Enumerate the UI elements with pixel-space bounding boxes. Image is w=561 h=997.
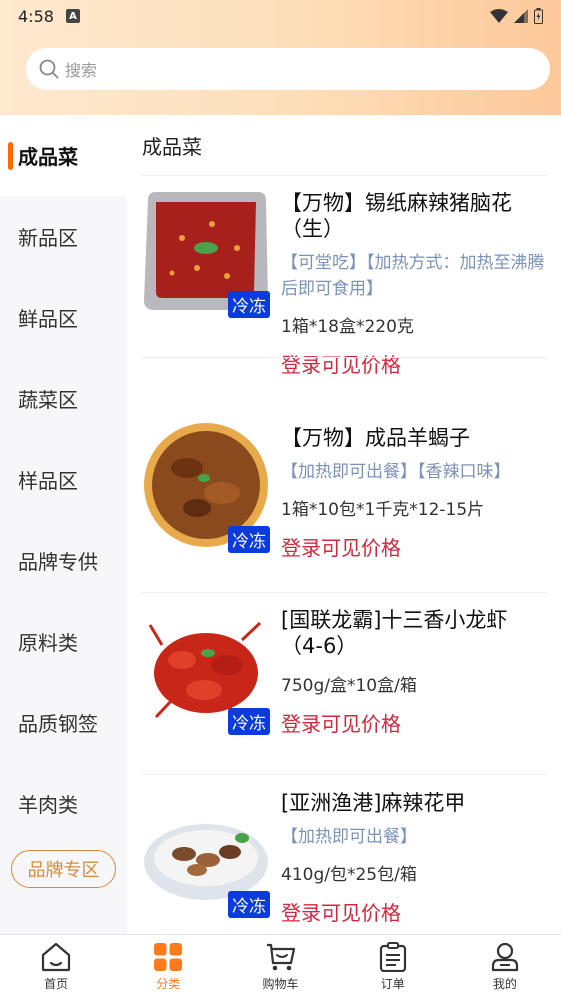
sidebar-item-new-products[interactable]: 新品区 xyxy=(0,196,127,277)
product-spec: 410g/包*25包/箱 xyxy=(281,865,417,885)
tab-label: 购物车 xyxy=(262,977,299,991)
sidebar-item-label: 品牌专供 xyxy=(18,550,98,574)
product-spec: 750g/盒*10盒/箱 xyxy=(281,676,417,696)
search-icon xyxy=(39,59,59,79)
frozen-badge: 冷冻 xyxy=(228,526,270,553)
product-info: 【万物】成品羊蝎子 【加热即可出餐】【香辣口味】 1箱*10包*1千克*12-1… xyxy=(281,425,547,561)
category-sidebar: 成品菜 新品区 鲜品区 蔬菜区 样品区 品牌专供 原料类 品质钢签 羊肉类 品牌… xyxy=(0,115,127,935)
tab-orders[interactable]: 订单 xyxy=(337,935,449,997)
sidebar-item-samples[interactable]: 样品区 xyxy=(0,439,127,520)
order-icon xyxy=(379,942,406,972)
product-name: [亚洲渔港]麻辣花甲 xyxy=(281,791,466,815)
sidebar-item-lamb[interactable]: 羊肉类 xyxy=(0,763,127,844)
bottom-tab-bar: 首页 分类 购物车 订单 我的 xyxy=(0,934,561,997)
battery-icon xyxy=(534,8,543,24)
profile-icon xyxy=(491,942,519,972)
section-title: 成品菜 xyxy=(142,135,202,159)
notification-icon: A xyxy=(65,9,80,23)
sidebar-item-prepared-dishes[interactable]: 成品菜 xyxy=(0,115,127,196)
product-image: 冷冻 xyxy=(142,423,270,553)
tab-label: 首页 xyxy=(44,977,69,991)
sidebar-item-vegetables[interactable]: 蔬菜区 xyxy=(0,358,127,439)
status-icons xyxy=(490,8,543,24)
divider xyxy=(142,357,547,358)
product-card[interactable]: 冷冻 【万物】成品羊蝎子 【加热即可出餐】【香辣口味】 1箱*10包*1千克*1… xyxy=(142,411,547,593)
sidebar-item-steel-skewers[interactable]: 品质钢签 xyxy=(0,682,127,763)
product-spec: 1箱*10包*1千克*12-15片 xyxy=(281,500,485,520)
product-tags: 【可堂吃】【加热方式：加热至沸腾后即可食用】 xyxy=(281,253,545,299)
cart-icon xyxy=(266,943,295,971)
sidebar-item-label: 原料类 xyxy=(18,631,78,655)
product-name: 【万物】锡纸麻辣猪脑花（生） xyxy=(281,191,512,241)
tab-label: 我的 xyxy=(492,977,517,991)
tab-category[interactable]: 分类 xyxy=(112,935,224,997)
login-to-see-price[interactable]: 登录可见价格 xyxy=(281,897,547,926)
login-to-see-price[interactable]: 登录可见价格 xyxy=(281,532,547,561)
tab-profile[interactable]: 我的 xyxy=(449,935,561,997)
product-image: 冷冻 xyxy=(142,788,270,918)
product-card[interactable]: 冷冻 [国联龙霸]十三香小龙虾（4-6） 750g/盒*10盒/箱 登录可见价格 xyxy=(142,593,547,775)
home-icon xyxy=(41,942,71,972)
product-card[interactable]: 冷冻 [亚洲渔港]麻辣花甲 【加热即可出餐】 410g/包*25包/箱 登录可见… xyxy=(142,776,547,958)
sidebar-item-label: 羊肉类 xyxy=(18,793,78,817)
brand-zone-button[interactable]: 品牌专区 xyxy=(11,850,116,888)
product-tags: 【加热即可出餐】 xyxy=(281,827,417,847)
signal-icon xyxy=(514,9,528,23)
product-name: 【万物】成品羊蝎子 xyxy=(281,426,470,450)
wifi-icon xyxy=(490,9,508,23)
sidebar-item-brand-exclusive[interactable]: 品牌专供 xyxy=(0,520,127,601)
search-input[interactable]: 搜索 xyxy=(26,48,550,90)
frozen-badge: 冷冻 xyxy=(228,708,270,735)
sidebar-item-fresh-products[interactable]: 鲜品区 xyxy=(0,277,127,358)
product-name: [国联龙霸]十三香小龙虾（4-6） xyxy=(281,608,508,658)
frozen-badge: 冷冻 xyxy=(228,291,270,318)
sidebar-item-label: 品质钢签 xyxy=(18,712,98,736)
sidebar-item-label: 样品区 xyxy=(18,469,78,493)
product-image: 冷冻 xyxy=(142,188,270,318)
login-to-see-price[interactable]: 登录可见价格 xyxy=(281,349,547,378)
product-list-panel: 成品菜 冷冻 【万物】锡纸麻辣猪脑花（生） 【可堂吃】【加热方式：加热至沸腾后即… xyxy=(127,115,561,935)
tab-label: 订单 xyxy=(380,977,405,991)
product-image: 冷冻 xyxy=(142,605,270,735)
sidebar-item-label: 鲜品区 xyxy=(18,307,78,331)
product-tags: 【加热即可出餐】【香辣口味】 xyxy=(281,462,511,482)
search-placeholder: 搜索 xyxy=(65,61,98,80)
product-info: 【万物】锡纸麻辣猪脑花（生） 【可堂吃】【加热方式：加热至沸腾后即可食用】 1箱… xyxy=(281,190,547,378)
status-bar: 4:58 A xyxy=(0,0,561,32)
product-spec: 1箱*18盒*220克 xyxy=(281,317,414,337)
sidebar-item-label: 蔬菜区 xyxy=(18,388,78,412)
tab-cart[interactable]: 购物车 xyxy=(224,935,336,997)
tab-home[interactable]: 首页 xyxy=(0,935,112,997)
product-info: [国联龙霸]十三香小龙虾（4-6） 750g/盒*10盒/箱 登录可见价格 xyxy=(281,607,547,737)
login-to-see-price[interactable]: 登录可见价格 xyxy=(281,708,547,737)
divider xyxy=(142,774,547,775)
frozen-badge: 冷冻 xyxy=(228,891,270,918)
sidebar-item-raw-materials[interactable]: 原料类 xyxy=(0,601,127,682)
status-time: 4:58 xyxy=(18,6,54,26)
category-icon xyxy=(154,943,183,971)
product-card[interactable]: 冷冻 【万物】锡纸麻辣猪脑花（生） 【可堂吃】【加热方式：加热至沸腾后即可食用】… xyxy=(142,176,547,377)
sidebar-item-label: 新品区 xyxy=(18,226,78,250)
tab-label: 分类 xyxy=(156,977,181,991)
sidebar-item-label: 成品菜 xyxy=(18,145,78,169)
product-info: [亚洲渔港]麻辣花甲 【加热即可出餐】 410g/包*25包/箱 登录可见价格 xyxy=(281,790,547,926)
